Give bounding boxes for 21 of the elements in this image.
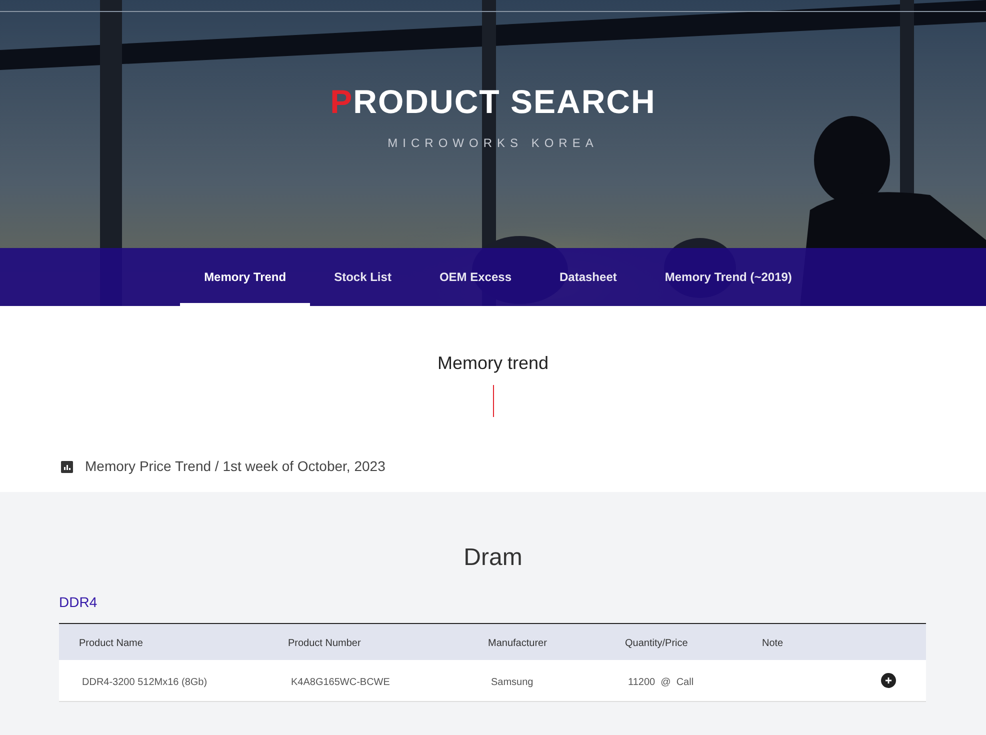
category-title: Dram bbox=[464, 543, 522, 573]
page-subtitle: MICROWORKS KOREA bbox=[388, 135, 598, 152]
table-cell: DDR4-3200 512Mx16 (8Gb) bbox=[82, 676, 208, 688]
nav-tab[interactable]: OEM Excess bbox=[415, 248, 536, 306]
table-cell: Samsung bbox=[491, 676, 534, 688]
column-header: Product Name bbox=[79, 638, 143, 649]
column-header: Note bbox=[762, 638, 784, 649]
chart-icon bbox=[61, 460, 73, 472]
page-title: PRODUCT SEARCH bbox=[330, 82, 656, 122]
table-cell: K4A8G165WC-BCWE bbox=[291, 676, 390, 688]
column-header: Product Number bbox=[288, 638, 361, 649]
nav-tab[interactable]: Datasheet bbox=[536, 248, 641, 306]
expand-plus-icon[interactable] bbox=[881, 673, 896, 688]
column-header: Quantity/Price bbox=[625, 638, 688, 649]
table-cell: 11200 @ Call bbox=[628, 676, 694, 688]
nav-tab[interactable]: Memory Trend (~2019) bbox=[640, 248, 816, 306]
column-header: Manufacturer bbox=[488, 638, 547, 649]
section-title: Memory trend bbox=[437, 352, 549, 375]
group-title: DDR4 bbox=[59, 593, 98, 612]
price-trend-caption: Memory Price Trend / 1st week of October, 2023 bbox=[85, 457, 386, 476]
nav-tab[interactable]: Stock List bbox=[310, 248, 416, 306]
